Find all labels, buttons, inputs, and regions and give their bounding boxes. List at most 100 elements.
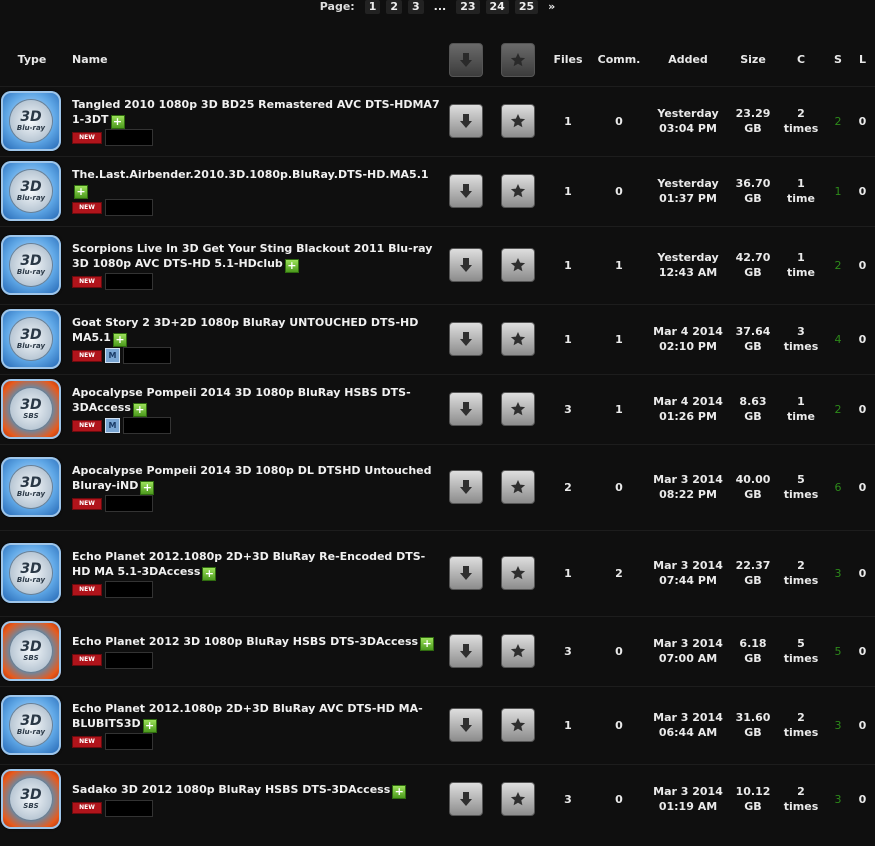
3d-bluray-icon[interactable]: 3D Blu-ray — [1, 543, 61, 603]
page-next[interactable]: » — [544, 0, 559, 14]
col-added[interactable]: Added — [646, 34, 730, 86]
plus-icon[interactable]: + — [420, 637, 435, 651]
comments-count[interactable]: 1 — [592, 304, 646, 374]
plus-icon[interactable]: + — [392, 785, 407, 800]
files-count[interactable]: 3 — [544, 764, 592, 834]
3d-bluray-icon[interactable]: 3D Blu-ray — [1, 235, 61, 295]
favorite-button[interactable] — [501, 174, 535, 208]
download-button[interactable] — [449, 782, 483, 817]
seeders-count[interactable]: 3 — [826, 686, 850, 764]
page-link-24[interactable]: 24 — [485, 0, 509, 14]
favorite-button[interactable] — [501, 782, 535, 817]
plus-icon[interactable]: + — [112, 332, 127, 347]
favorite-button[interactable] — [501, 104, 535, 138]
seeders-count[interactable]: 6 — [826, 444, 850, 530]
col-files[interactable]: Files — [544, 34, 592, 86]
comments-count[interactable]: 0 — [592, 444, 646, 530]
plus-icon[interactable]: + — [202, 566, 217, 581]
leechers-count[interactable]: 0 — [850, 616, 875, 686]
3d-bluray-icon[interactable]: 3D Blu-ray — [1, 695, 61, 755]
comments-count[interactable]: 0 — [592, 616, 646, 686]
leechers-count[interactable]: 0 — [850, 304, 875, 374]
3d-sbs-icon[interactable]: 3D SBS — [1, 769, 61, 830]
torrent-name-link[interactable]: Echo Planet 2012.1080p 2D+3D BluRay Re-E… — [72, 550, 425, 578]
download-button[interactable] — [449, 634, 483, 668]
download-button[interactable] — [449, 556, 483, 590]
torrent-name-link[interactable]: Scorpions Live In 3D Get Your Sting Blac… — [72, 242, 432, 270]
torrent-name-link[interactable]: Apocalypse Pompeii 2014 3D 1080p DL DTSH… — [72, 464, 432, 492]
page-link-23[interactable]: 23 — [456, 0, 480, 14]
seeders-count[interactable]: 1 — [826, 156, 850, 226]
seeders-count[interactable]: 3 — [826, 530, 850, 616]
leechers-count[interactable]: 0 — [850, 686, 875, 764]
comments-count[interactable]: 1 — [592, 226, 646, 304]
files-count[interactable]: 1 — [544, 226, 592, 304]
files-count[interactable]: 1 — [544, 304, 592, 374]
torrent-name-link[interactable]: The.Last.Airbender.2010.3D.1080p.BluRay.… — [72, 168, 429, 181]
leechers-count[interactable]: 0 — [850, 444, 875, 530]
plus-icon[interactable]: + — [132, 402, 147, 417]
3d-bluray-icon[interactable]: 3D Blu-ray — [1, 91, 61, 151]
page-link-2[interactable]: 2 — [386, 0, 402, 14]
leechers-count[interactable]: 0 — [850, 86, 875, 156]
seeders-count[interactable]: 2 — [826, 374, 850, 444]
favorite-button[interactable] — [501, 392, 535, 426]
favorite-button[interactable] — [501, 634, 535, 668]
col-name[interactable]: Name — [64, 34, 440, 86]
files-count[interactable]: 3 — [544, 374, 592, 444]
col-type[interactable]: Type — [0, 34, 64, 86]
favorite-button[interactable] — [501, 556, 535, 590]
seeders-count[interactable]: 2 — [826, 226, 850, 304]
torrent-name-link[interactable]: Echo Planet 2012.1080p 2D+3D BluRay AVC … — [72, 702, 423, 730]
plus-icon[interactable]: + — [284, 258, 299, 273]
favorite-button[interactable] — [501, 248, 535, 282]
download-button[interactable] — [449, 322, 483, 356]
files-count[interactable]: 2 — [544, 444, 592, 530]
files-count[interactable]: 1 — [544, 86, 592, 156]
torrent-name-link[interactable]: Tangled 2010 1080p 3D BD25 Remastered AV… — [72, 98, 440, 126]
torrent-name-link[interactable]: Echo Planet 2012 3D 1080p BluRay HSBS DT… — [72, 635, 418, 648]
col-size[interactable]: Size — [730, 34, 776, 86]
3d-sbs-icon[interactable]: 3D SBS — [1, 621, 61, 681]
comments-count[interactable]: 0 — [592, 686, 646, 764]
comments-count[interactable]: 2 — [592, 530, 646, 616]
leechers-count[interactable]: 0 — [850, 156, 875, 226]
favorite-button[interactable] — [501, 708, 535, 742]
seeders-count[interactable]: 4 — [826, 304, 850, 374]
download-button[interactable] — [449, 392, 483, 426]
plus-icon[interactable]: + — [142, 718, 157, 733]
col-seeders[interactable]: S — [826, 34, 850, 86]
3d-bluray-icon[interactable]: 3D Blu-ray — [1, 457, 61, 517]
col-completed[interactable]: C — [776, 34, 826, 86]
leechers-count[interactable]: 0 — [850, 530, 875, 616]
plus-icon[interactable]: + — [110, 114, 125, 129]
col-leechers[interactable]: L — [850, 34, 875, 86]
comments-count[interactable]: 1 — [592, 374, 646, 444]
download-button[interactable] — [449, 708, 483, 742]
comments-count[interactable]: 0 — [592, 764, 646, 834]
leechers-count[interactable]: 0 — [850, 374, 875, 444]
plus-icon[interactable]: + — [74, 184, 88, 199]
leechers-count[interactable]: 0 — [850, 764, 875, 834]
seeders-count[interactable]: 3 — [826, 764, 850, 834]
favorite-button[interactable] — [501, 470, 535, 504]
page-link-25[interactable]: 25 — [514, 0, 539, 14]
seeders-count[interactable]: 5 — [826, 616, 850, 686]
files-count[interactable]: 1 — [544, 156, 592, 226]
download-button[interactable] — [449, 174, 483, 208]
files-count[interactable]: 1 — [544, 686, 592, 764]
download-button[interactable] — [449, 470, 483, 504]
3d-bluray-icon[interactable]: 3D Blu-ray — [1, 161, 61, 221]
favorite-button[interactable] — [501, 322, 535, 356]
seeders-count[interactable]: 2 — [826, 86, 850, 156]
comments-count[interactable]: 0 — [592, 86, 646, 156]
files-count[interactable]: 1 — [544, 530, 592, 616]
3d-sbs-icon[interactable]: 3D SBS — [1, 379, 61, 439]
plus-icon[interactable]: + — [140, 480, 155, 495]
col-comments[interactable]: Comm. — [592, 34, 646, 86]
page-link-3[interactable]: 3 — [408, 0, 424, 14]
download-button[interactable] — [449, 248, 483, 282]
download-button[interactable] — [449, 104, 483, 138]
torrent-name-link[interactable]: Apocalypse Pompeii 2014 3D 1080p BluRay … — [72, 386, 411, 414]
files-count[interactable]: 3 — [544, 616, 592, 686]
